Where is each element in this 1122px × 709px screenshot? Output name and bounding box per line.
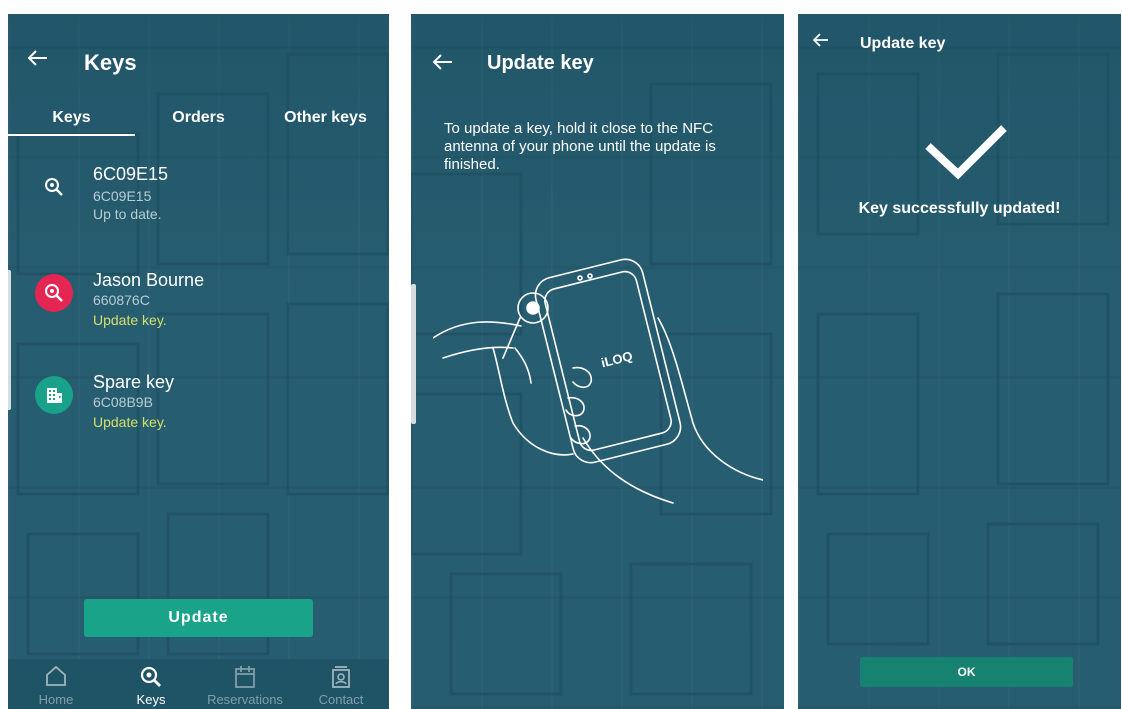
key-avatar [35, 168, 73, 206]
bottom-navigation: Home Keys Reservations Contact [8, 659, 389, 709]
tab-keys[interactable]: Keys [8, 98, 135, 138]
checkmark-icon [925, 125, 1007, 180]
app-bar: Keys [8, 14, 389, 76]
success-message: Key successfully updated! [858, 200, 1061, 217]
key-name: Spare key [93, 372, 175, 392]
update-instruction-screen: Update key To update a key, hold it clos… [411, 14, 784, 709]
app-bar: Update key [411, 14, 784, 76]
page-title: Keys [84, 50, 137, 75]
nav-label: Keys [136, 692, 166, 707]
back-button[interactable] [20, 40, 56, 76]
building-background [816, 52, 1110, 646]
nav-contact[interactable]: Contact [303, 659, 379, 709]
page-title: Update key [860, 35, 946, 52]
nav-label: Reservations [207, 692, 283, 707]
phone-logo: iLOQ [600, 348, 634, 370]
back-button[interactable] [804, 26, 838, 54]
key-avatar [35, 274, 73, 312]
key-code: 6C08B9B [93, 394, 153, 410]
arrow-left-icon [433, 54, 452, 70]
calendar-icon [235, 666, 255, 688]
active-tab-indicator [8, 134, 135, 136]
key-list-item[interactable]: 6C09E15 6C09E15 Up to date. [8, 162, 389, 246]
home-icon [46, 665, 66, 686]
update-button[interactable]: Update [84, 599, 313, 637]
key-status: Update key. [93, 414, 167, 430]
drawer-handle[interactable] [411, 284, 416, 424]
tab-bar: Keys Orders Other keys [8, 98, 389, 138]
app-bar: Update key [798, 14, 1121, 76]
key-status: Update key. [93, 312, 167, 328]
tab-orders[interactable]: Orders [135, 98, 262, 138]
key-search-icon [45, 284, 63, 302]
key-list-item[interactable]: Jason Bourne 660876C Update key. [8, 268, 389, 352]
tab-other-keys[interactable]: Other keys [262, 98, 389, 138]
ok-button[interactable]: OK [860, 657, 1073, 687]
update-success-screen: Update key Key successfully updated! OK [798, 14, 1121, 709]
key-name: Jason Bourne [93, 270, 205, 290]
key-list-item[interactable]: Spare key 6C08B9B Update key. [8, 372, 389, 456]
contact-icon [332, 666, 350, 688]
arrow-left-icon [813, 33, 828, 47]
page-title: Update key [487, 52, 594, 74]
nav-home[interactable]: Home [18, 659, 94, 709]
key-name: 6C09E15 [93, 164, 169, 184]
arrow-left-icon [28, 50, 47, 66]
key-avatar [35, 376, 73, 414]
nav-keys[interactable]: Keys [113, 659, 189, 709]
key-search-icon [45, 178, 63, 196]
nav-label: Home [38, 692, 74, 707]
building-icon [47, 388, 62, 403]
back-button[interactable] [425, 44, 461, 80]
key-code: 6C09E15 [93, 188, 152, 204]
key-code: 660876C [93, 292, 150, 308]
keys-screen: Keys Keys Orders Other keys 6C09E15 6C09… [8, 14, 389, 709]
nfc-phone-illustration: iLOQ [433, 258, 763, 504]
nav-reservations[interactable]: Reservations [207, 659, 283, 709]
nav-label: Contact [318, 692, 364, 707]
key-search-icon [140, 666, 161, 687]
key-status: Up to date. [93, 206, 162, 222]
instruction-text: To update a key, hold it close to the NF… [444, 120, 716, 173]
